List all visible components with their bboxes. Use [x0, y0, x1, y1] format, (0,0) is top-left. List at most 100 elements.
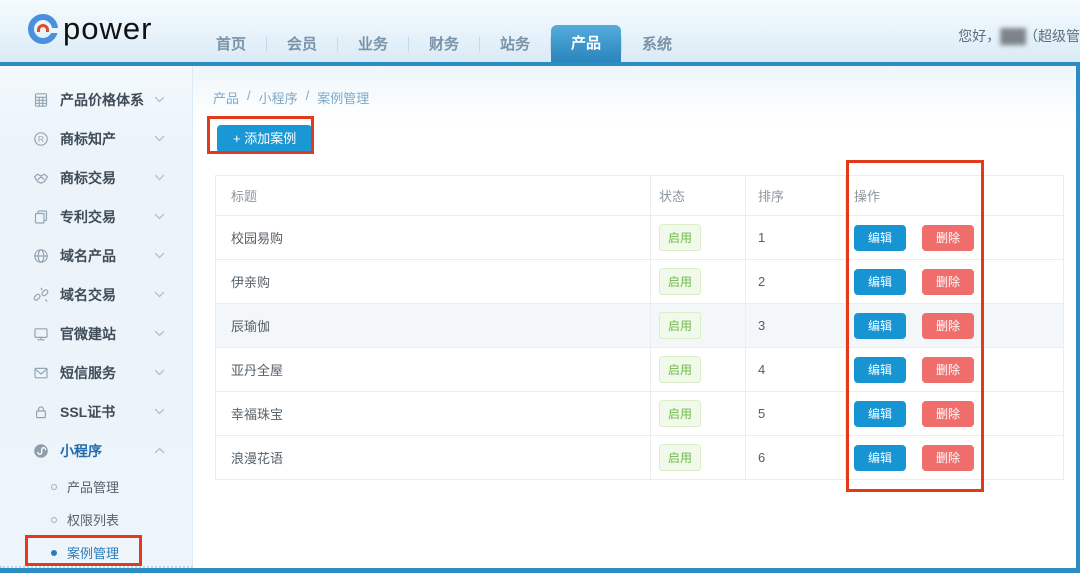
sidebar-item-label: 专利交易	[60, 208, 116, 225]
greeting-prefix: 您好，	[958, 28, 1001, 44]
sidebar-item-1[interactable]: R 商标知产	[0, 119, 192, 158]
sidebar-item-2[interactable]: 商标交易	[0, 158, 192, 197]
globe-icon	[33, 248, 51, 264]
cell-title: 亚丹全屋	[215, 347, 651, 392]
add-case-button[interactable]: + 添加案例	[217, 125, 313, 153]
main-content: 产品 / 小程序 / 案例管理 + 添加案例 标题 状态 排序 操作 校园易购 启用 1 编辑 删除伊…	[193, 66, 1076, 568]
sidebar-item-label: 域名交易	[60, 286, 116, 303]
breadcrumb-separator: /	[305, 88, 310, 103]
sidebar-item-8[interactable]: SSL证书	[0, 392, 192, 431]
sidebar-item-5[interactable]: 域名交易	[0, 275, 192, 314]
envelope-icon	[33, 365, 51, 381]
epower-logo: power	[28, 13, 152, 44]
delete-button[interactable]: 删除	[922, 400, 974, 427]
nav-tab-4[interactable]: 站务	[480, 28, 550, 62]
nav-tab-3[interactable]: 财务	[409, 28, 479, 62]
lock-icon	[33, 404, 51, 420]
table-row: 校园易购 启用 1 编辑 删除	[215, 215, 1064, 260]
column-header-title: 标题	[215, 175, 651, 216]
edit-button[interactable]: 编辑	[854, 224, 906, 251]
greeting-suffix: （超级管	[1024, 28, 1080, 44]
breadcrumb-separator: /	[247, 88, 251, 103]
sidebar-item-0[interactable]: 产品价格体系	[0, 80, 192, 119]
edit-button[interactable]: 编辑	[854, 268, 906, 295]
sidebar-subitem-2[interactable]: 案例管理	[0, 536, 192, 569]
handshake-icon	[33, 170, 51, 186]
edit-button[interactable]: 编辑	[854, 444, 906, 471]
status-badge: 启用	[659, 312, 702, 339]
sidebar-item-4[interactable]: 域名产品	[0, 236, 192, 275]
edit-button[interactable]: 编辑	[854, 312, 906, 339]
edit-button[interactable]: 编辑	[854, 400, 906, 427]
nav-tab-2[interactable]: 业务	[338, 28, 408, 62]
column-header-order: 排序	[745, 175, 846, 216]
copy-documents-icon	[33, 209, 51, 225]
broken-link-icon	[33, 287, 51, 303]
cell-order: 2	[745, 259, 846, 304]
breadcrumb-item-1[interactable]: 小程序	[259, 88, 298, 107]
sidebar: 产品价格体系 R 商标知产商标交易专利交易域名产品域名交易官微建站短信服务 SSL证书…	[0, 66, 193, 568]
header-row: 标题 状态 排序 操作	[215, 175, 1064, 216]
miniprogram-icon	[33, 443, 51, 459]
chevron-down-icon	[154, 369, 165, 376]
sidebar-item-label: 官微建站	[60, 325, 116, 342]
delete-button[interactable]: 删除	[922, 268, 974, 295]
sidebar-item-3[interactable]: 专利交易	[0, 197, 192, 236]
sidebar-subitem-label: 案例管理	[67, 546, 120, 561]
chevron-down-icon	[154, 174, 165, 181]
delete-button[interactable]: 删除	[922, 444, 974, 471]
cell-title: 浪漫花语	[215, 435, 651, 480]
cell-order: 4	[745, 347, 846, 392]
sidebar-item-7[interactable]: 短信服务	[0, 353, 192, 392]
chevron-down-icon	[154, 213, 165, 220]
nav-tab-5[interactable]: 产品	[551, 25, 621, 62]
cell-title: 伊亲购	[215, 259, 651, 304]
registered-trademark-icon: R	[33, 131, 51, 147]
sidebar-item-9[interactable]: 小程序	[0, 431, 192, 470]
sidebar-item-label: 商标知产	[60, 130, 116, 147]
chevron-down-icon	[154, 330, 165, 337]
sidebar-item-label: 短信服务	[60, 364, 116, 381]
sidebar-subitem-1[interactable]: 权限列表	[0, 503, 192, 536]
svg-text:R: R	[38, 134, 44, 144]
status-badge: 启用	[659, 268, 702, 295]
edit-button[interactable]: 编辑	[854, 356, 906, 383]
chevron-down-icon	[154, 291, 165, 298]
sidebar-item-label: SSL证书	[60, 403, 116, 420]
delete-button[interactable]: 删除	[922, 224, 974, 251]
case-table-body: 校园易购 启用 1 编辑 删除 伊亲购 启用 2 编辑 删除 辰瑜伽 启用 3 编辑 删除 亚丹全屋 启用 4 编辑…	[215, 215, 1064, 480]
status-badge: 启用	[659, 400, 702, 427]
cell-actions: 编辑 删除	[845, 303, 1064, 348]
sidebar-subitem-0[interactable]: 产品管理	[0, 470, 192, 503]
cell-title: 辰瑜伽	[215, 303, 651, 348]
chevron-down-icon	[154, 252, 165, 259]
user-greeting: 您好，███（超级管	[958, 26, 1080, 46]
nav-tab-0[interactable]: 首页	[196, 28, 266, 62]
table-row: 亚丹全屋 启用 4 编辑 删除	[215, 347, 1064, 392]
nav-tab-6[interactable]: 系统	[622, 28, 692, 62]
breadcrumb-item-0[interactable]: 产品	[213, 88, 239, 107]
delete-button[interactable]: 删除	[922, 356, 974, 383]
cell-title: 幸福珠宝	[215, 391, 651, 436]
delete-button[interactable]: 删除	[922, 312, 974, 339]
sidebar-item-6[interactable]: 官微建站	[0, 314, 192, 353]
breadcrumb-item-2[interactable]: 案例管理	[317, 88, 369, 107]
cell-actions: 编辑 删除	[845, 347, 1064, 392]
cell-status: 启用	[650, 435, 746, 480]
table-row: 辰瑜伽 启用 3 编辑 删除	[215, 303, 1064, 348]
chevron-up-icon	[154, 447, 165, 454]
cell-title: 校园易购	[215, 215, 651, 260]
sidebar-item-label: 产品价格体系	[60, 91, 144, 108]
table-row: 幸福珠宝 启用 5 编辑 删除	[215, 391, 1064, 436]
case-table: 标题 状态 排序 操作 校园易购 启用 1 编辑 删除 伊亲购 启用 2 编辑 删除 辰瑜伽 启用 3 编辑 删除…	[215, 175, 1064, 480]
sidebar-item-label: 域名产品	[60, 247, 116, 264]
cell-status: 启用	[650, 303, 746, 348]
cell-actions: 编辑 删除	[845, 215, 1064, 260]
calculator-icon	[33, 92, 51, 108]
sidebar-subitem-label: 权限列表	[67, 513, 120, 528]
nav-tab-1[interactable]: 会员	[267, 28, 337, 62]
page: power 首页 会员 业务 财务 站务 产品 系统 您好，███（超级管 产品价格体系 R 商…	[0, 0, 1080, 573]
cell-actions: 编辑 删除	[845, 435, 1064, 480]
cell-status: 启用	[650, 391, 746, 436]
chevron-down-icon	[154, 96, 165, 103]
